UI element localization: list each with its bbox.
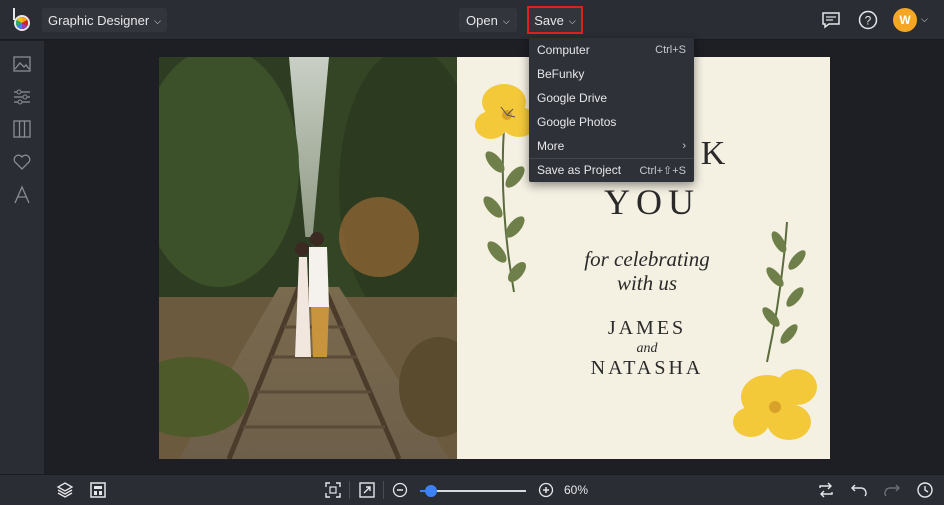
svg-text:?: ? — [865, 14, 872, 28]
zoom-out-icon[interactable] — [391, 481, 409, 499]
chevron-right-icon: › — [682, 140, 686, 152]
zoom-percent-label: 60% — [564, 483, 589, 497]
open-label: Open — [466, 12, 498, 28]
flip-icon[interactable] — [817, 481, 835, 499]
zoom-slider[interactable] — [420, 485, 526, 497]
menu-item-label: Google Drive — [537, 91, 608, 105]
text-icon[interactable] — [12, 185, 32, 205]
toolbar-divider — [383, 481, 384, 499]
chevron-down-icon[interactable]: ⌵ — [921, 14, 928, 25]
menu-item-label: BeFunky — [537, 67, 585, 81]
card-name-1: JAMES — [607, 317, 687, 339]
menu-item-label: Save as Project — [537, 163, 622, 177]
save-menu-item-befunky[interactable]: BeFunky — [529, 62, 694, 86]
open-button[interactable]: Open ⌵ — [459, 8, 517, 32]
save-menu-item-save-as-project[interactable]: Save as Project Ctrl+⇧+S — [529, 158, 694, 182]
card-and: and — [636, 341, 658, 356]
top-bar: Graphic Designer ⌵ Open ⌵ Save ⌵ ? W ⌵ — [0, 0, 944, 40]
save-menu-item-computer[interactable]: Computer Ctrl+S — [529, 38, 694, 62]
bottom-bar: 60% — [0, 474, 944, 505]
app-mode-selector[interactable]: Graphic Designer ⌵ — [42, 8, 167, 32]
heart-icon[interactable] — [12, 152, 32, 172]
layers-icon[interactable] — [56, 481, 74, 499]
menu-item-label: Computer — [537, 43, 590, 57]
save-menu: Computer Ctrl+S BeFunky Google Drive Goo… — [529, 38, 694, 182]
chevron-down-icon: ⌵ — [502, 15, 510, 26]
menu-item-shortcut: Ctrl+⇧+S — [639, 164, 686, 177]
couple-photo[interactable] — [159, 57, 457, 459]
card-script-line2: with us — [616, 271, 678, 295]
app-mode-label: Graphic Designer — [48, 12, 150, 28]
menu-item-label: More — [537, 139, 565, 153]
template-icon[interactable] — [89, 481, 107, 499]
chevron-down-icon: ⌵ — [568, 15, 576, 26]
avatar[interactable]: W — [893, 8, 917, 32]
zoom-in-icon[interactable] — [537, 481, 555, 499]
help-icon[interactable]: ? — [857, 9, 879, 31]
actual-size-icon[interactable] — [358, 481, 376, 499]
image-icon[interactable] — [12, 54, 32, 74]
toolbar-divider — [349, 481, 350, 499]
card-script-line1: for celebrating — [584, 247, 710, 271]
save-menu-item-more[interactable]: More › — [529, 134, 694, 158]
fit-screen-icon[interactable] — [324, 481, 342, 499]
card-name-2: NATASHA — [590, 357, 704, 379]
save-button[interactable]: Save ⌵ — [527, 6, 583, 34]
layout-icon[interactable] — [12, 119, 32, 139]
chevron-down-icon: ⌵ — [154, 15, 161, 26]
sliders-icon[interactable] — [12, 87, 32, 107]
left-sidebar — [0, 41, 44, 474]
zoom-slider-thumb[interactable] — [424, 485, 437, 497]
card-title-you: YOU — [604, 182, 700, 222]
undo-icon[interactable] — [850, 481, 868, 499]
flower-bottom-right-icon — [733, 222, 817, 440]
save-menu-item-google-photos[interactable]: Google Photos — [529, 110, 694, 134]
history-icon[interactable] — [916, 481, 934, 499]
save-label: Save — [534, 12, 564, 28]
card-title-partial: K — [700, 135, 730, 172]
menu-item-label: Google Photos — [537, 115, 617, 129]
save-menu-item-google-drive[interactable]: Google Drive — [529, 86, 694, 110]
feedback-icon[interactable] — [820, 9, 842, 31]
menu-item-shortcut: Ctrl+S — [655, 44, 686, 56]
redo-icon[interactable] — [883, 481, 901, 499]
logo-icon[interactable] — [10, 7, 34, 33]
